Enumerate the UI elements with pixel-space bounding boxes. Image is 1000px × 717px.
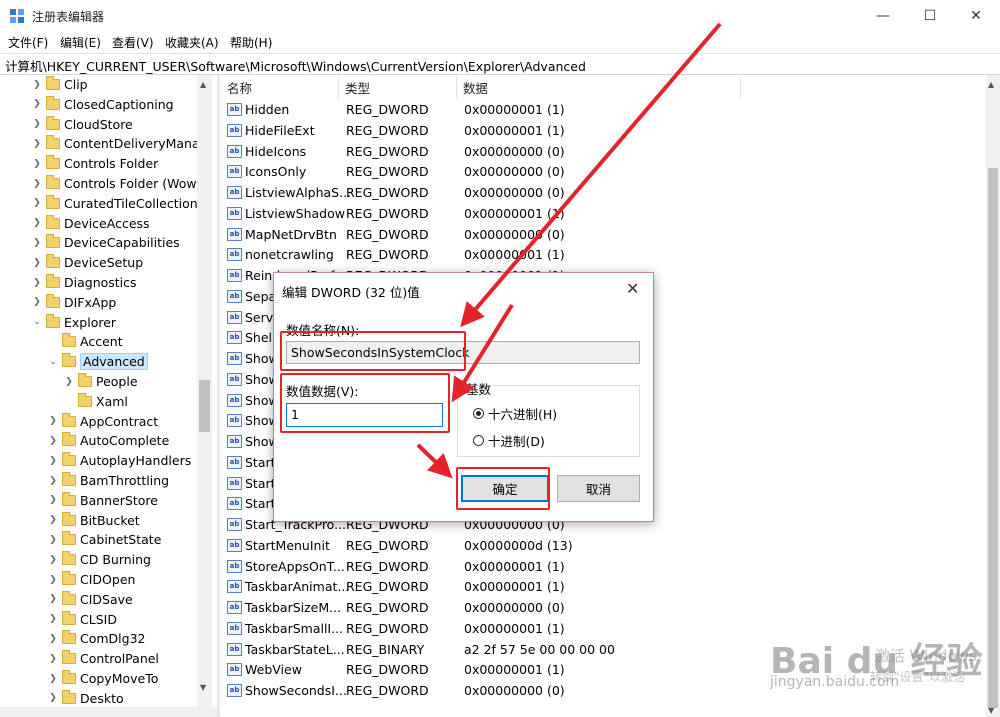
annotation-arrows <box>416 22 722 479</box>
arrow-to-name <box>460 22 722 328</box>
arrow-to-ok <box>416 443 453 479</box>
arrow-to-value <box>451 303 514 403</box>
